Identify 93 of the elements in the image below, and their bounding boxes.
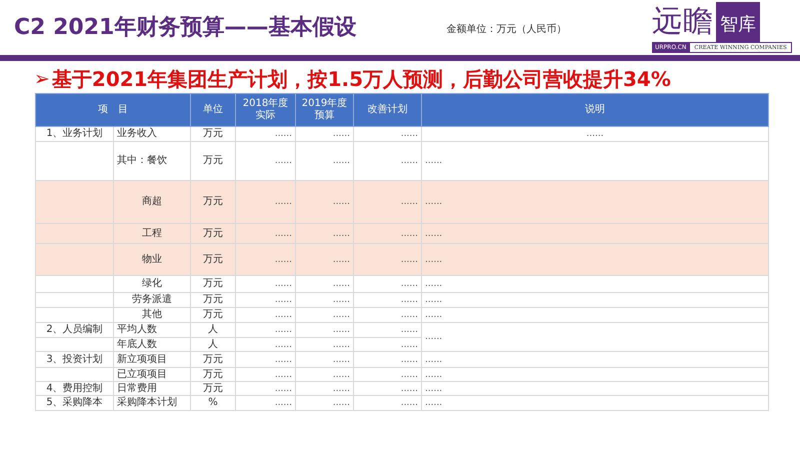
table-cell: ...... (422, 244, 768, 276)
logo-calligraphy: 远瞻 (652, 3, 714, 41)
table-cell: ...... (422, 180, 768, 224)
table-cell: ...... (236, 322, 296, 338)
slide-title: C2 2021年财务预算——基本假设 (14, 14, 356, 42)
table-cell: ...... (236, 382, 296, 396)
table-cell: 万元 (190, 308, 236, 322)
table-cell: 劳务派遣 (114, 292, 190, 308)
table-cell: ...... (422, 368, 768, 382)
column-header: 项 目 (36, 94, 190, 126)
table-cell: 人 (190, 322, 236, 338)
table-cell: 已立项项目 (114, 368, 190, 382)
table-cell: 万元 (190, 276, 236, 292)
table-cell: ...... (236, 224, 296, 244)
table-cell: 1、业务计划 (36, 126, 114, 142)
column-header: 2019年度预算 (296, 94, 354, 126)
table-cell: ...... (236, 396, 296, 410)
column-header: 单位 (190, 94, 236, 126)
table-cell: 商超 (114, 180, 190, 224)
table-cell: 日常费用 (114, 382, 190, 396)
table-cell: ...... (354, 126, 422, 142)
table-cell: ...... (296, 126, 354, 142)
table-cell: ...... (354, 244, 422, 276)
table-cell: ...... (422, 322, 768, 352)
table-cell: ...... (236, 338, 296, 352)
column-header: 说明 (422, 94, 768, 126)
table-cell: ...... (354, 180, 422, 224)
table-cell: 人 (190, 338, 236, 352)
table-cell: 3、投资计划 (36, 352, 114, 368)
table-cell: ...... (354, 352, 422, 368)
column-header: 2018年度实际 (236, 94, 296, 126)
table-cell: ...... (296, 308, 354, 322)
table-cell: 新立项项目 (114, 352, 190, 368)
table-cell: 5、采购降本 (36, 396, 114, 410)
table-cell: 工程 (114, 224, 190, 244)
table-cell: 万元 (190, 180, 236, 224)
table-cell: 业务收入 (114, 126, 190, 142)
table-cell: 万元 (190, 292, 236, 308)
headline: 基于2021年集团生产计划，按1.5万人预测，后勤公司营收提升34% (52, 66, 671, 92)
table-cell: ...... (354, 382, 422, 396)
table-cell: ...... (296, 396, 354, 410)
table-cell: ...... (236, 308, 296, 322)
table-cell: ...... (422, 396, 768, 410)
table-cell: ...... (354, 276, 422, 292)
table-cell: ...... (422, 292, 768, 308)
table-cell: 其他 (114, 308, 190, 322)
table-cell: ...... (422, 382, 768, 396)
table-cell: 万元 (190, 224, 236, 244)
table-cell: ...... (354, 368, 422, 382)
table-cell: ...... (296, 368, 354, 382)
table-cell: ...... (236, 180, 296, 224)
table-cell: 2、人员编制 (36, 322, 114, 338)
table-cell: ...... (354, 308, 422, 322)
table-cell: 年底人数 (114, 338, 190, 352)
table-cell: ...... (236, 126, 296, 142)
table-cell: ...... (236, 352, 296, 368)
logo-badge: 智库 (716, 2, 760, 42)
table-cell: ...... (296, 382, 354, 396)
table-cell: 采购降本计划 (114, 396, 190, 410)
table-cell: ...... (422, 276, 768, 292)
table-cell: ...... (354, 292, 422, 308)
table-cell: ...... (236, 368, 296, 382)
table-cell: ...... (354, 396, 422, 410)
table-cell: 万元 (190, 352, 236, 368)
table-cell: 万元 (190, 382, 236, 396)
table-cell: 绿化 (114, 276, 190, 292)
table-cell: ...... (296, 292, 354, 308)
table-cell: ...... (236, 244, 296, 276)
table-cell: ...... (296, 322, 354, 338)
table-cell: ...... (422, 224, 768, 244)
table-cell: ...... (296, 352, 354, 368)
table-cell: 万元 (190, 368, 236, 382)
table-cell: 物业 (114, 244, 190, 276)
table-cell: 4、费用控制 (36, 382, 114, 396)
table-cell: ...... (296, 224, 354, 244)
table-cell: ...... (296, 244, 354, 276)
table-cell: ...... (422, 352, 768, 368)
table-cell: ...... (354, 322, 422, 338)
table-cell: 平均人数 (114, 322, 190, 338)
currency-unit-note: 金额单位：万元（人民币） (446, 22, 566, 36)
table-cell: ...... (296, 338, 354, 352)
column-header: 改善计划 (354, 94, 422, 126)
table-cell: ...... (296, 276, 354, 292)
table-cell: 万元 (190, 244, 236, 276)
arrow-bullet: ➢ (34, 68, 50, 90)
table-cell: ...... (236, 292, 296, 308)
table-cell: ...... (354, 224, 422, 244)
table-cell: ...... (236, 276, 296, 292)
table-cell: % (190, 396, 236, 410)
table-cell: ...... (422, 308, 768, 322)
table-cell: ...... (422, 126, 768, 142)
table-cell: ...... (296, 180, 354, 224)
table-cell: 万元 (190, 126, 236, 142)
